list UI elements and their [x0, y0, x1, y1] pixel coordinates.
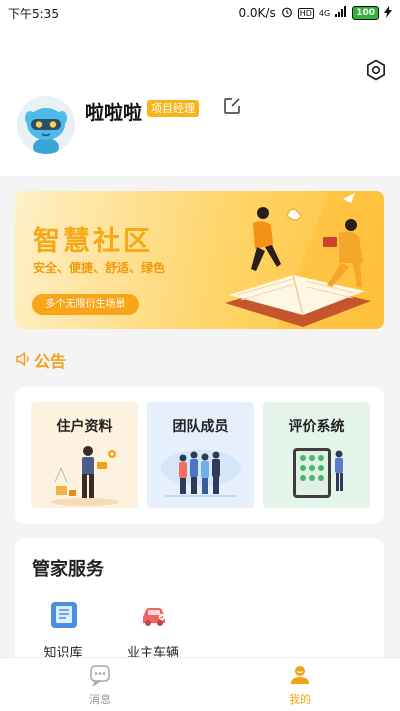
- speaker-icon: [15, 351, 31, 370]
- tab-messages[interactable]: 消息: [70, 664, 130, 708]
- edit-icon[interactable]: [222, 96, 242, 116]
- tile-team-members[interactable]: 团队成员: [147, 402, 254, 508]
- user-name: 啦啦啦: [85, 102, 143, 124]
- hd-badge: HD: [297, 7, 314, 19]
- tile-label: 住户资料: [56, 419, 113, 435]
- tile-resident-info[interactable]: 住户资料: [31, 402, 138, 508]
- tile-rating-system[interactable]: 评价系统: [263, 402, 370, 508]
- tile-label: 评价系统: [288, 419, 345, 435]
- battery-indicator: 100: [352, 6, 379, 20]
- signal-icon: [335, 6, 347, 20]
- banner-subtitle: 安全、便捷、舒适、绿色: [33, 261, 166, 275]
- tab-mine[interactable]: 我的: [270, 664, 330, 708]
- banner-button[interactable]: 多个无限衍生场景: [32, 294, 139, 315]
- service-owner-vehicles[interactable]: 业主车辆: [113, 600, 193, 661]
- book-icon: [49, 600, 79, 630]
- hexagon-settings-icon[interactable]: [364, 58, 388, 82]
- tile-label: 团队成员: [172, 419, 229, 435]
- function-card: 住户资料 团队成员 评价系统: [15, 387, 384, 524]
- chat-icon: [89, 664, 111, 688]
- notice-label: 公告: [34, 352, 67, 371]
- team-illustration: [147, 444, 254, 508]
- car-icon: [139, 600, 169, 630]
- bottom-tab-bar: 消息 我的: [0, 657, 400, 711]
- person-icon: [289, 664, 311, 686]
- promo-banner[interactable]: 智慧社区 安全、便捷、舒适、绿色 多个无限衍生场景: [15, 191, 384, 329]
- tab-label: 消息: [89, 693, 111, 706]
- status-time: 下午5:35: [8, 6, 59, 21]
- signal-label: 4G: [318, 8, 331, 18]
- resident-illustration: [31, 444, 138, 508]
- banner-title: 智慧社区: [33, 226, 153, 257]
- alarm-icon: [281, 6, 293, 21]
- service-knowledge-base[interactable]: 知识库: [23, 600, 103, 661]
- notice-section[interactable]: 公告: [15, 348, 66, 372]
- avatar[interactable]: [17, 96, 75, 154]
- banner-illustration: [205, 191, 384, 329]
- service-title: 管家服务: [32, 559, 104, 580]
- status-bar: 下午5:35 0.0K/s HD 4G 100: [0, 0, 400, 26]
- role-badge: 项目经理: [147, 100, 199, 117]
- network-speed: 0.0K/s: [238, 6, 276, 20]
- charging-icon: [384, 5, 392, 21]
- rating-illustration: [263, 444, 370, 508]
- status-indicators: 0.0K/s HD 4G 100: [238, 5, 392, 21]
- tab-label: 我的: [289, 693, 311, 706]
- profile-header: 啦啦啦 项目经理: [0, 26, 400, 176]
